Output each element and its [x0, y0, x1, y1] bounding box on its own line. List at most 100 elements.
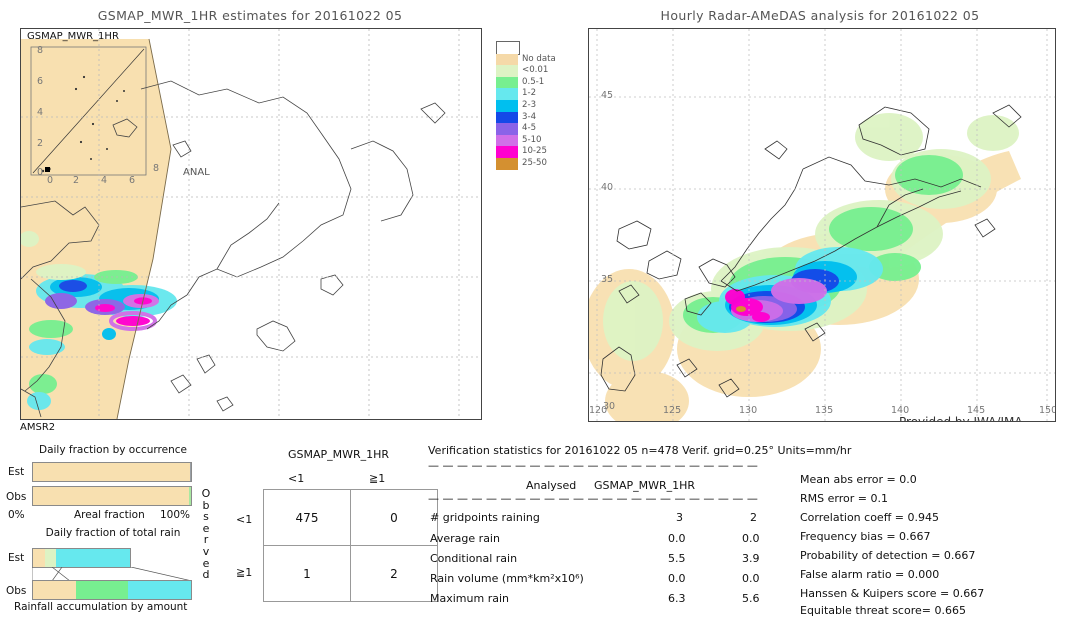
stat-estimate-conditional-rain: 3.9 — [742, 552, 760, 565]
stat-label-gridpoints: # gridpoints raining — [430, 511, 540, 524]
legend-label: 10-25 — [522, 146, 547, 157]
contingency-row-header-ge1: ≧1 — [236, 566, 253, 579]
stat-estimate-rain-volume: 0.0 — [742, 572, 760, 585]
total-rain-bar-est — [32, 548, 131, 568]
contingency-col-group-title: GSMAP_MWR_1HR — [288, 448, 390, 461]
legend-label: 5-10 — [522, 134, 542, 145]
inset-xtick-6: 6 — [129, 175, 136, 186]
legend-entry: 2-3 — [496, 99, 556, 112]
lon-tick-125: 125 — [663, 405, 682, 416]
bar-segment-rain — [189, 463, 191, 481]
legend-entry: No data — [496, 53, 556, 66]
occurrence-bar-obs — [32, 486, 192, 506]
occurrence-axis-label: Areal fraction — [74, 509, 145, 521]
legend-swatch — [496, 99, 518, 112]
cell-hit-nonrain: 475 — [263, 489, 351, 546]
legend-label: 3-4 — [522, 111, 537, 122]
lat-tick-45: 45 — [601, 90, 614, 101]
verification-header: Verification statistics for 20161022 05 … — [428, 444, 852, 457]
stat-analysed-average-rain: 0.0 — [668, 532, 686, 545]
contingency-col-header-lt1: <1 — [288, 472, 305, 485]
contingency-table: 475 0 1 2 — [263, 489, 438, 602]
inset-ytick-6: 6 — [37, 76, 44, 87]
occurrence-chart-title: Daily fraction by occurrence — [39, 444, 187, 456]
occurrence-bar-est — [32, 462, 192, 482]
lon-tick-135: 135 — [815, 405, 834, 416]
score-equitable-threat: Equitable threat score= 0.665 — [800, 604, 966, 617]
score-mean-abs-error: Mean abs error = 0.0 — [800, 473, 917, 486]
precip-colorbar-legend: No data <0.01 0.5-1 1-2 2-3 3-4 4-5 5-10… — [496, 41, 556, 170]
legend-swatch — [496, 53, 518, 66]
score-false-alarm-ratio: False alarm ratio = 0.000 — [800, 568, 940, 581]
occurrence-row-label-obs: Obs — [6, 491, 27, 503]
contingency-row-header-lt1: <1 — [236, 513, 253, 526]
left-map-panel[interactable]: GSMAP_MWR_1HR ANAL 8 6 4 2 0 0 2 4 6 8 — [20, 28, 482, 420]
bar-segment-nodata — [33, 549, 45, 567]
contingency-col-header-ge1: ≧1 — [369, 472, 386, 485]
inset-xtick-4: 4 — [101, 175, 108, 186]
right-map-graphic — [589, 29, 1055, 421]
legend-entry: 5-10 — [496, 134, 556, 147]
stat-analysed-conditional-rain: 5.5 — [668, 552, 686, 565]
inset-xtick-2: 2 — [73, 175, 80, 186]
bar-segment-moderate — [56, 549, 130, 567]
stat-label-rain-volume: Rain volume (mm*km²x10⁶) — [430, 572, 584, 585]
inset-ytick-4: 4 — [37, 107, 44, 118]
score-rms-error: RMS error = 0.1 — [800, 492, 888, 505]
occurrence-row-label-est: Est — [8, 466, 25, 478]
lat-tick-40: 40 — [601, 182, 614, 193]
score-probability-of-detection: Probability of detection = 0.667 — [800, 549, 976, 562]
stat-analysed-rain-volume: 0.0 — [668, 572, 686, 585]
occurrence-axis-max: 100% — [160, 509, 191, 521]
left-map-inset-label: GSMAP_MWR_1HR — [27, 31, 119, 42]
table-row: 1 2 — [263, 545, 438, 602]
legend-swatch — [496, 146, 518, 158]
map-attribution: Provided by JWA/JMA — [899, 415, 1023, 422]
inset-xtick-8: 8 — [153, 163, 160, 174]
lon-tick-130: 130 — [739, 405, 758, 416]
total-rain-row-label-obs: Obs — [6, 585, 27, 597]
verification-col-header-estimate: GSMAP_MWR_1HR — [594, 479, 696, 492]
legend-swatch — [496, 65, 518, 77]
legend-swatch — [496, 41, 520, 55]
stat-estimate-gridpoints: 2 — [750, 511, 757, 524]
stat-estimate-average-rain: 0.0 — [742, 532, 760, 545]
legend-entry: 25-50 — [496, 157, 556, 170]
cell-miss: 1 — [263, 545, 351, 602]
sensor-label: AMSR2 — [20, 422, 56, 433]
verification-rule-bottom: — — — — — — — — — — — — — — — — — — — — … — [428, 492, 758, 505]
table-row: 475 0 — [263, 489, 438, 546]
cell-hit-rain: 2 — [350, 545, 438, 602]
inset-xtick-0: 0 — [47, 175, 54, 186]
legend-label: <0.01 — [522, 65, 549, 76]
lat-tick-35: 35 — [601, 274, 614, 285]
total-rain-chart-title: Daily fraction of total rain — [45, 527, 181, 539]
legend-entry: 10-25 — [496, 146, 556, 158]
legend-entry: 0.5-1 — [496, 76, 556, 89]
stat-estimate-maximum-rain: 5.6 — [742, 592, 760, 605]
left-map-graphic — [21, 29, 481, 419]
verification-col-header-analysed: Analysed — [526, 479, 577, 492]
legend-label: 4-5 — [522, 123, 537, 134]
bar-segment-nodata — [33, 463, 190, 481]
right-panel-title: Hourly Radar-AMeDAS analysis for 2016102… — [660, 8, 980, 23]
legend-swatch — [496, 111, 518, 124]
bar-segment-nodata — [33, 487, 189, 505]
legend-entry: 1-2 — [496, 88, 556, 100]
bar-segment-rain — [188, 487, 191, 505]
legend-label: No data — [522, 53, 556, 64]
bar-segment-moderate — [127, 581, 191, 599]
inset-ytick-2: 2 — [37, 138, 44, 149]
left-map-anal-label: ANAL — [183, 167, 210, 178]
legend-entry: <0.01 — [496, 65, 556, 77]
total-rain-row-label-est: Est — [8, 552, 25, 564]
legend-swatch — [496, 88, 518, 100]
score-hanssen-kuipers: Hanssen & Kuipers score = 0.667 — [800, 587, 985, 600]
total-rain-bar-obs — [32, 580, 192, 600]
legend-swatch — [496, 134, 518, 147]
legend-entry: 3-4 — [496, 111, 556, 124]
legend-label: 25-50 — [522, 157, 547, 168]
inset-ytick-0: 0 — [37, 167, 44, 178]
score-correlation-coeff: Correlation coeff = 0.945 — [800, 511, 939, 524]
right-map-panel[interactable]: 45 40 35 30 120 125 130 135 140 145 150 … — [588, 28, 1056, 422]
